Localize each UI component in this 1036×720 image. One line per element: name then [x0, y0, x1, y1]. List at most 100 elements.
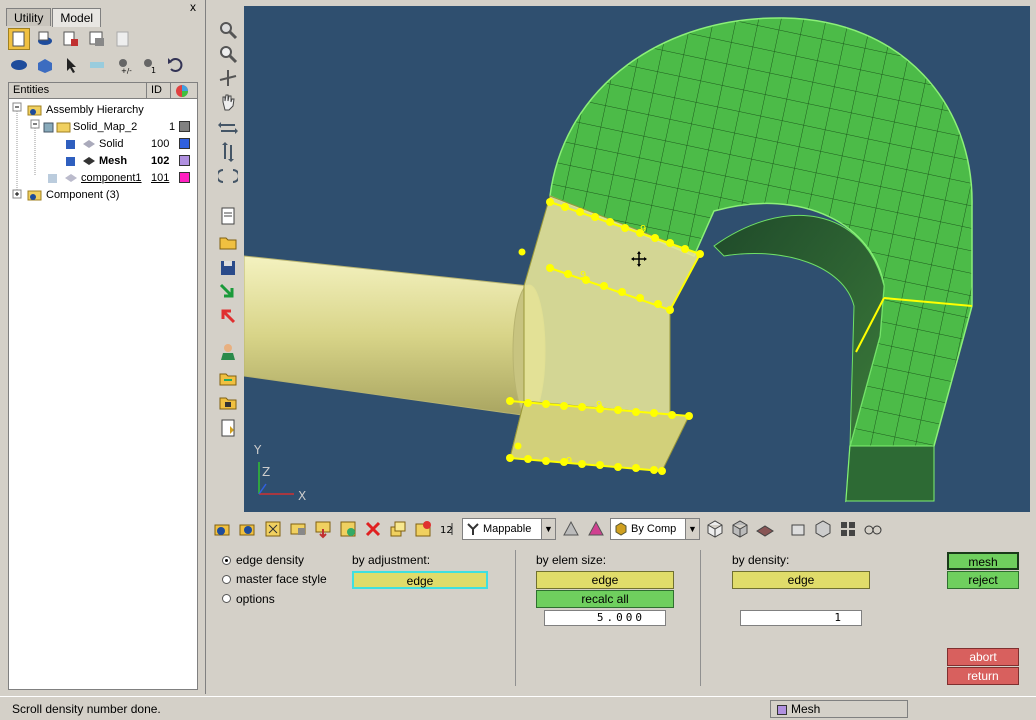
- component-folder-icon: [27, 190, 42, 200]
- glasses-icon[interactable]: [862, 518, 884, 540]
- select-cursor-icon[interactable]: [60, 54, 82, 76]
- current-component-indicator[interactable]: Mesh: [770, 700, 908, 718]
- master-face-style-radio[interactable]: [222, 575, 231, 584]
- display-all-icon[interactable]: [8, 54, 30, 76]
- mask-icon[interactable]: [337, 518, 359, 540]
- return-button[interactable]: return: [947, 667, 1019, 685]
- tree-item-component-group[interactable]: Component (3): [27, 186, 119, 203]
- tree-item-mesh[interactable]: Mesh 102: [65, 152, 195, 169]
- chevron-down-icon[interactable]: ▼: [685, 519, 699, 539]
- tree-item-solid-map[interactable]: Solid_Map_2 1: [43, 118, 193, 135]
- find-attached-icon[interactable]: [312, 518, 334, 540]
- component-display-icon[interactable]: [237, 518, 259, 540]
- loadcol-view-icon[interactable]: [112, 28, 134, 50]
- entities-column-header[interactable]: Entities: [9, 83, 147, 98]
- tree-item-assembly-hierarchy[interactable]: Assembly Hierarchy: [27, 101, 144, 118]
- plane-icon[interactable]: [754, 518, 776, 540]
- id-column-header[interactable]: ID: [147, 83, 171, 98]
- cube-view-icon[interactable]: [812, 518, 834, 540]
- organize-icon[interactable]: [412, 518, 434, 540]
- delete-icon[interactable]: [362, 518, 384, 540]
- adjustment-edge-button[interactable]: edge: [352, 571, 488, 589]
- open-folder-icon[interactable]: [218, 232, 238, 252]
- shaded-color-icon[interactable]: [585, 518, 607, 540]
- tree-item-component1[interactable]: component1 101: [47, 169, 197, 186]
- zoom-icon[interactable]: [218, 44, 238, 64]
- spin-icon[interactable]: [218, 166, 238, 186]
- density-edge-button[interactable]: edge: [732, 571, 870, 589]
- color-swatch[interactable]: [179, 155, 190, 166]
- user-icon[interactable]: [218, 342, 238, 362]
- chevron-down-icon[interactable]: ▼: [541, 519, 555, 539]
- edge-density-radio[interactable]: [222, 556, 231, 565]
- copy-icon[interactable]: [387, 518, 409, 540]
- tree-item-label: Solid_Map_2: [73, 120, 138, 133]
- density-input[interactable]: 1: [740, 610, 862, 626]
- flip-horizontal-icon[interactable]: [218, 118, 238, 138]
- tree-item-id: 100: [151, 137, 170, 150]
- tree-item-label: Component (3): [46, 188, 120, 201]
- graphics-viewport[interactable]: 9 9 9 9 Y Z X: [243, 6, 1030, 512]
- wireframe-icon[interactable]: [704, 518, 726, 540]
- script-icon[interactable]: [218, 418, 238, 438]
- rotate-icon[interactable]: [218, 68, 238, 88]
- recalc-all-button[interactable]: recalc all: [536, 590, 674, 608]
- shaded-icon[interactable]: [560, 518, 582, 540]
- tree-item-label: component1: [81, 171, 142, 184]
- assembly-display-icon[interactable]: [212, 518, 234, 540]
- model-graphics[interactable]: 9 9 9 9 Y Z X: [243, 6, 1030, 512]
- assembly-view-icon[interactable]: [34, 28, 56, 50]
- close-icon[interactable]: x: [190, 0, 196, 14]
- component-view-icon[interactable]: [8, 28, 30, 50]
- mesh-mode-select[interactable]: Mappable ▼: [462, 518, 556, 540]
- color-mode-select[interactable]: By Comp ▼: [610, 518, 700, 540]
- color-swatch[interactable]: [179, 121, 190, 132]
- id-toggle-icon[interactable]: [86, 54, 108, 76]
- pipe-solid[interactable]: [243, 255, 530, 417]
- mesh-mode-value: Mappable: [483, 523, 532, 535]
- undo-icon[interactable]: [164, 54, 186, 76]
- save-model-icon[interactable]: [218, 392, 238, 412]
- tab-model[interactable]: Model: [52, 8, 102, 27]
- grid-icon[interactable]: [837, 518, 859, 540]
- color-column-header[interactable]: [171, 83, 197, 98]
- status-bar: Scroll density number done. Mesh: [0, 696, 1036, 720]
- flip-vertical-icon[interactable]: [218, 142, 238, 162]
- display-toggle-icon[interactable]: [262, 518, 284, 540]
- open-model-icon[interactable]: [218, 368, 238, 388]
- options-label: options: [236, 592, 275, 606]
- elem-size-edge-button[interactable]: edge: [536, 571, 674, 589]
- show-icon[interactable]: [287, 518, 309, 540]
- density-label: 9: [596, 400, 602, 411]
- divider: [700, 550, 701, 686]
- assembly-folder-icon: [27, 105, 42, 115]
- color-swatch[interactable]: [179, 138, 190, 149]
- new-file-icon[interactable]: [218, 206, 238, 226]
- renumber-icon[interactable]: 12: [437, 518, 459, 540]
- browser-toolbar-row1: [8, 28, 134, 50]
- reject-button[interactable]: reject: [947, 571, 1019, 589]
- property-view-icon[interactable]: [86, 28, 108, 50]
- pan-hand-icon[interactable]: [218, 92, 238, 112]
- zoom-window-icon[interactable]: [218, 20, 238, 40]
- box-icon[interactable]: [787, 518, 809, 540]
- tab-utility[interactable]: Utility: [6, 8, 52, 26]
- expand-icon[interactable]: +/-: [112, 54, 134, 76]
- tree-item-label: Solid: [99, 137, 124, 150]
- tree-item-solid[interactable]: Solid 100: [65, 135, 195, 152]
- import-arrow-icon[interactable]: [218, 282, 238, 302]
- shaded-mesh-icon[interactable]: [729, 518, 751, 540]
- color-wheel-icon: [176, 85, 188, 97]
- axis-triad: Y Z X: [253, 443, 306, 503]
- view-toolbar: [212, 6, 244, 446]
- options-radio[interactable]: [222, 594, 231, 603]
- mesh-button[interactable]: mesh: [947, 552, 1019, 570]
- elem-size-input[interactable]: 5.000: [544, 610, 666, 626]
- level-icon[interactable]: 1: [138, 54, 160, 76]
- save-icon[interactable]: [218, 258, 238, 278]
- isolate-icon[interactable]: [34, 54, 56, 76]
- material-view-icon[interactable]: [60, 28, 82, 50]
- color-swatch[interactable]: [179, 172, 190, 183]
- export-arrow-icon[interactable]: [218, 306, 238, 326]
- abort-button[interactable]: abort: [947, 648, 1019, 666]
